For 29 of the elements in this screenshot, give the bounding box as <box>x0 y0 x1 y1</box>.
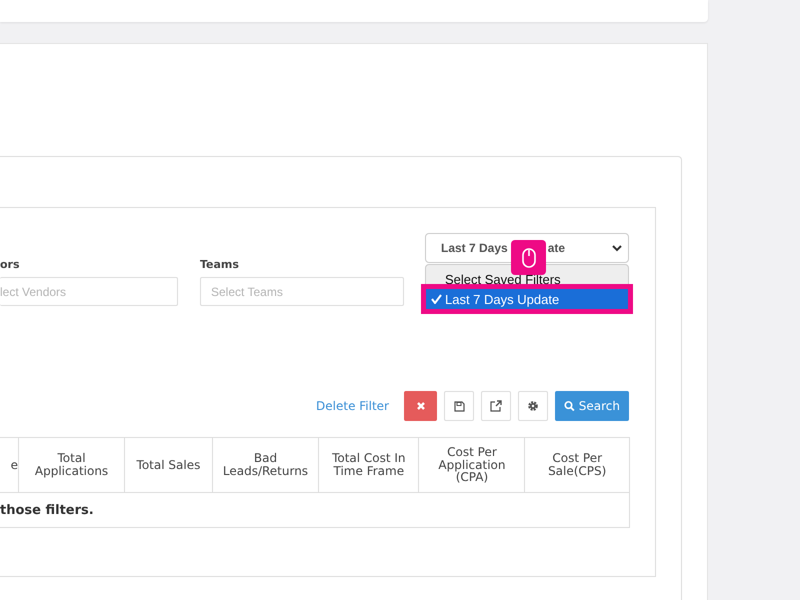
field-label: Teams <box>200 258 240 271</box>
settings-button[interactable] <box>518 391 548 421</box>
delete-filter-link[interactable]: Delete Filter <box>316 399 389 413</box>
check-icon <box>431 294 442 304</box>
close-icon <box>416 401 426 411</box>
column-header: Bad Leads/Returns <box>212 438 319 492</box>
column-header: Cost Per Sale(CPS) <box>524 438 630 492</box>
select-value: Last 7 Days <box>441 241 508 255</box>
clear-button[interactable] <box>404 391 437 421</box>
column-header: Total Applications <box>18 438 125 492</box>
save-button[interactable] <box>444 391 474 421</box>
chevron-icon <box>612 244 622 252</box>
column-header: e <box>0 438 18 492</box>
mouse-icon <box>511 240 546 275</box>
column-header: Total Cost In Time Frame <box>318 438 419 492</box>
select-value: ate <box>548 241 566 255</box>
field-label: ors <box>0 258 21 271</box>
search-icon <box>564 400 575 412</box>
gear-icon <box>527 400 539 412</box>
select-field[interactable]: lect Vendors <box>0 277 178 306</box>
external-link-icon <box>490 400 502 412</box>
column-header: Cost Per Application (CPA) <box>418 438 525 492</box>
select-field[interactable]: Select Teams <box>200 277 404 306</box>
dropdown-option[interactable]: Last 7 Days Update <box>426 289 628 309</box>
search-button[interactable]: Search <box>555 391 629 421</box>
dropdown-option[interactable]: Select Saved Filters <box>426 269 628 289</box>
empty-message: those filters. <box>0 492 630 528</box>
column-header: Total Sales <box>124 438 212 492</box>
external-link-button[interactable] <box>481 391 511 421</box>
